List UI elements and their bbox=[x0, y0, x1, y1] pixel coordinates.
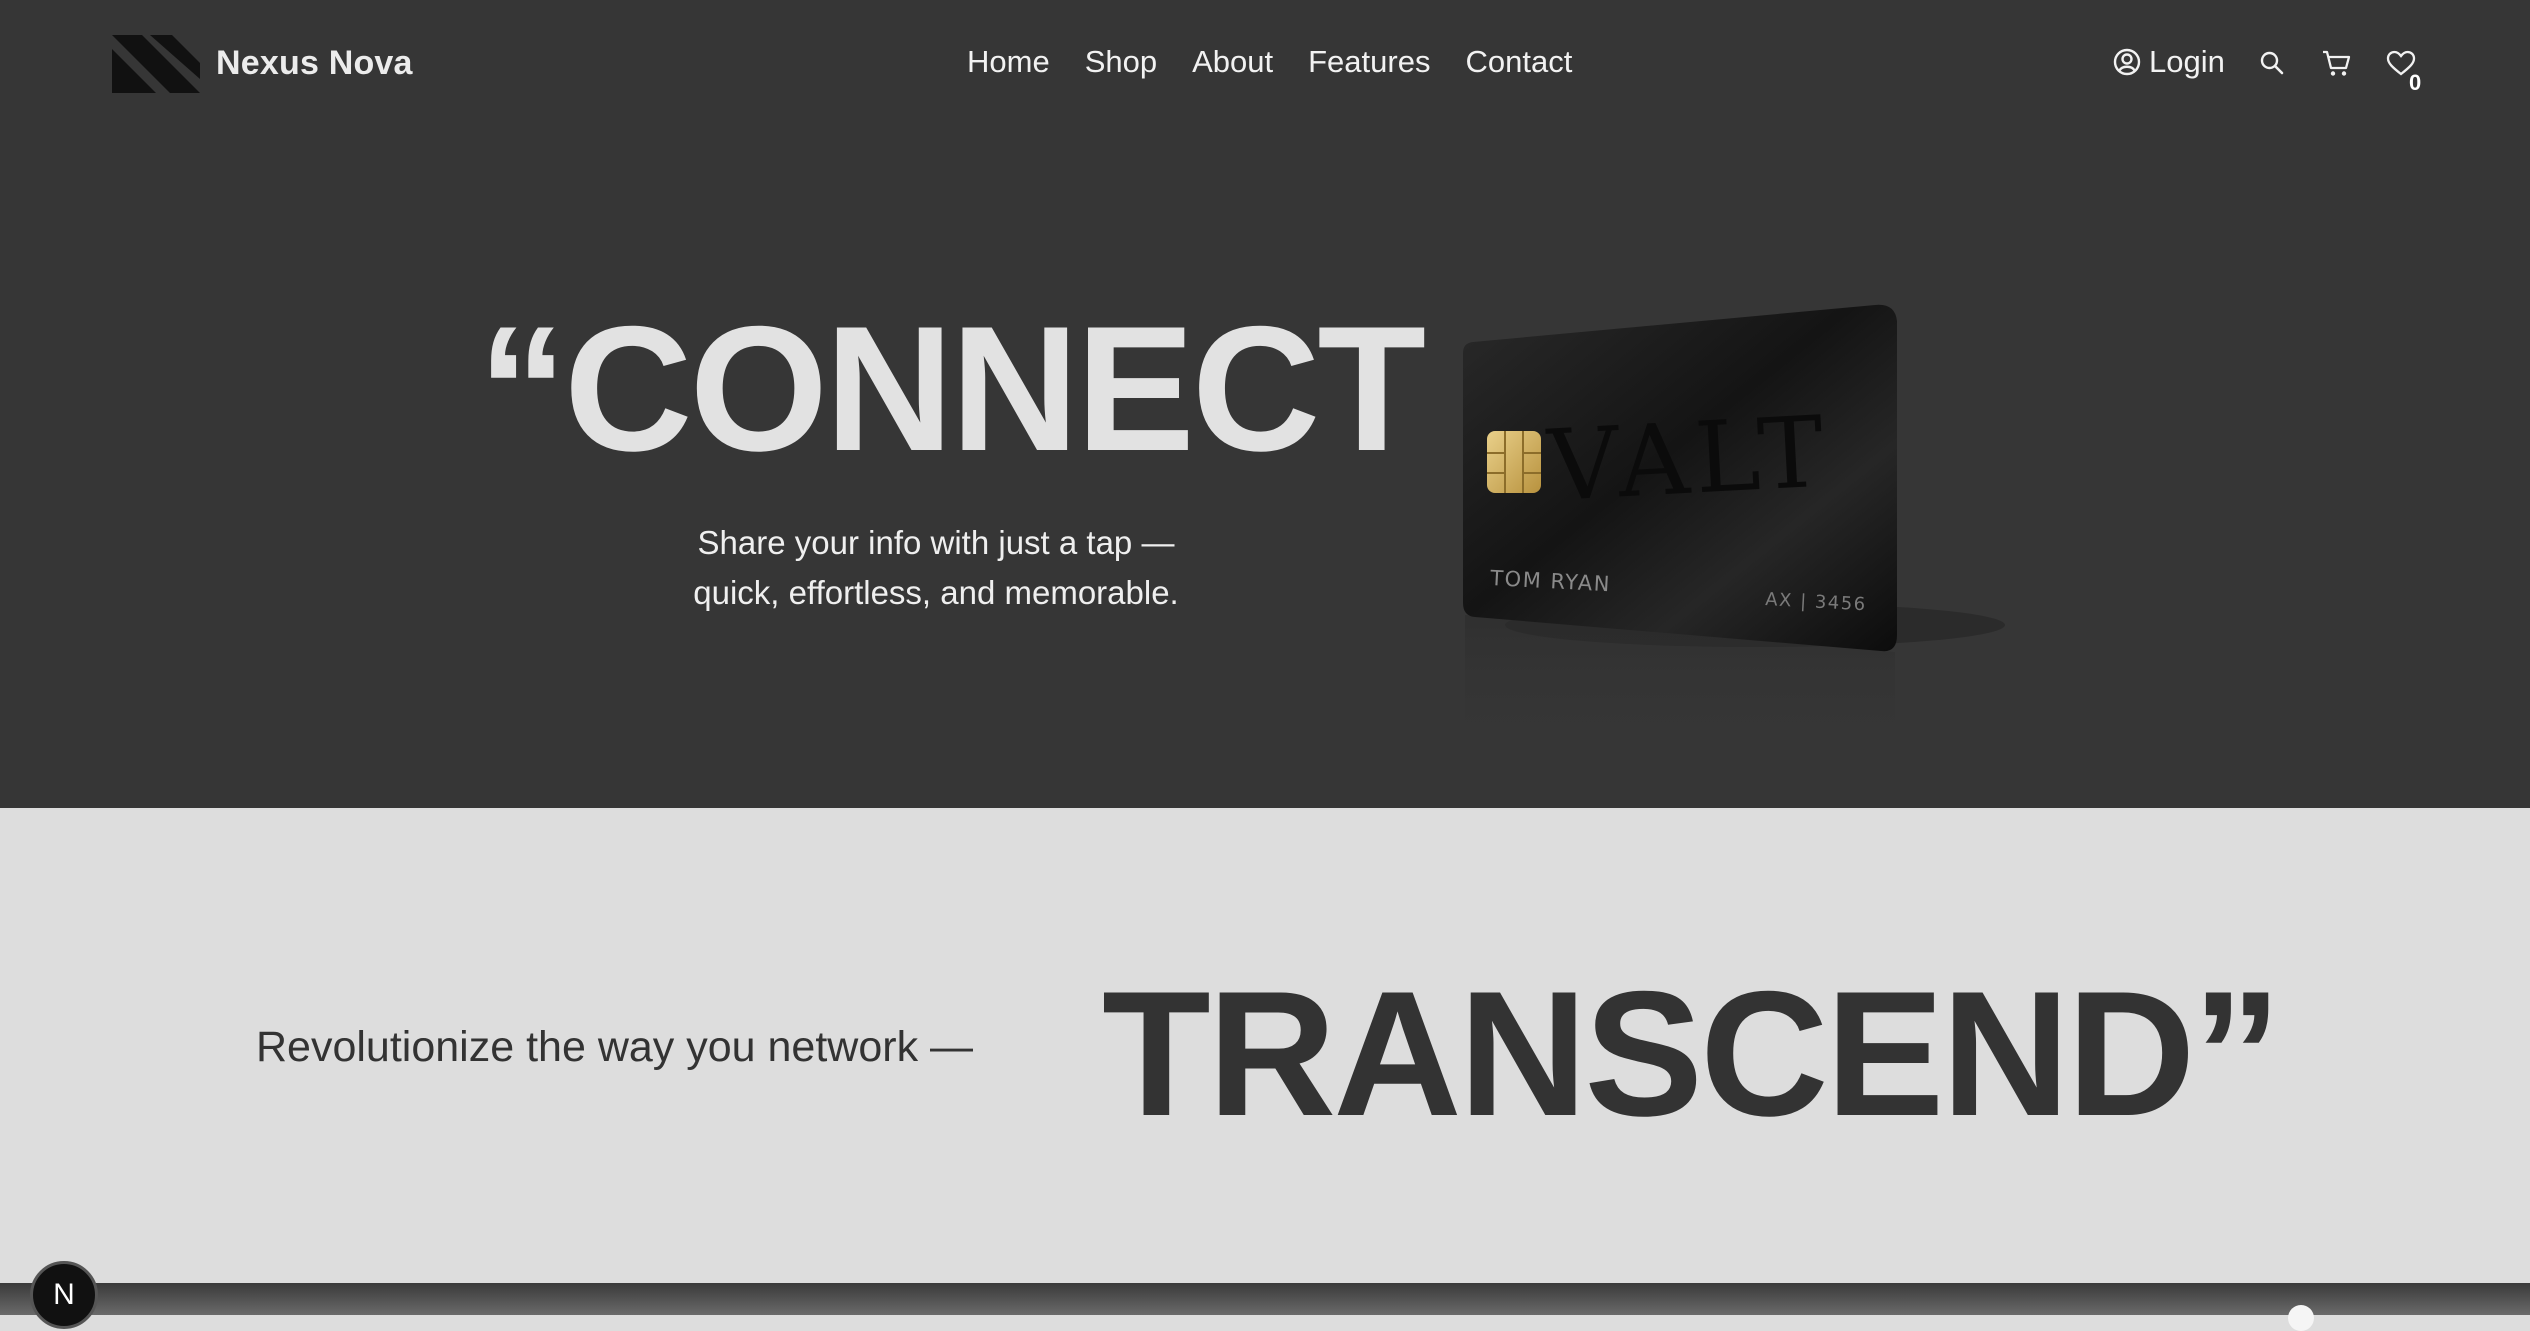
login-button[interactable]: Login bbox=[2113, 44, 2225, 80]
tagline-text: Revolutionize the way you network — bbox=[256, 1023, 974, 1071]
brand-name[interactable]: Nexus Nova bbox=[216, 44, 413, 83]
hero-subtitle: Share your info with just a tap — quick,… bbox=[630, 518, 1242, 618]
card-brand-text: VALT bbox=[1544, 395, 1832, 524]
nav-contact[interactable]: Contact bbox=[1465, 44, 1572, 80]
nav-about[interactable]: About bbox=[1192, 44, 1273, 80]
wishlist-count-badge: 0 bbox=[2409, 70, 2422, 95]
search-icon[interactable] bbox=[2259, 50, 2285, 76]
login-label: Login bbox=[2149, 44, 2225, 79]
next-section-edge bbox=[0, 1283, 2530, 1315]
user-circle-icon bbox=[2113, 48, 2141, 76]
cart-icon[interactable] bbox=[2322, 50, 2352, 78]
hero-subtitle-line2: quick, effortless, and memorable. bbox=[693, 574, 1179, 611]
nfc-card-image: VALT TOM RYAN AX | 3456 bbox=[1463, 304, 2005, 765]
band-headline: TRANSCEND” bbox=[1102, 954, 2281, 1153]
logo-icon[interactable] bbox=[112, 35, 200, 95]
nav-home[interactable]: Home bbox=[967, 44, 1050, 80]
hero-subtitle-line1: Share your info with just a tap — bbox=[697, 524, 1175, 561]
nav-features[interactable]: Features bbox=[1308, 44, 1430, 80]
main-nav: Home Shop About Features Contact bbox=[967, 44, 1572, 80]
hero-section: Nexus Nova Home Shop About Features Cont… bbox=[0, 0, 2530, 808]
nav-shop[interactable]: Shop bbox=[1085, 44, 1157, 80]
hero-headline: “CONNECT bbox=[478, 289, 1426, 488]
scroll-indicator[interactable] bbox=[2288, 1305, 2314, 1331]
dev-tools-badge[interactable]: N bbox=[30, 1261, 98, 1329]
